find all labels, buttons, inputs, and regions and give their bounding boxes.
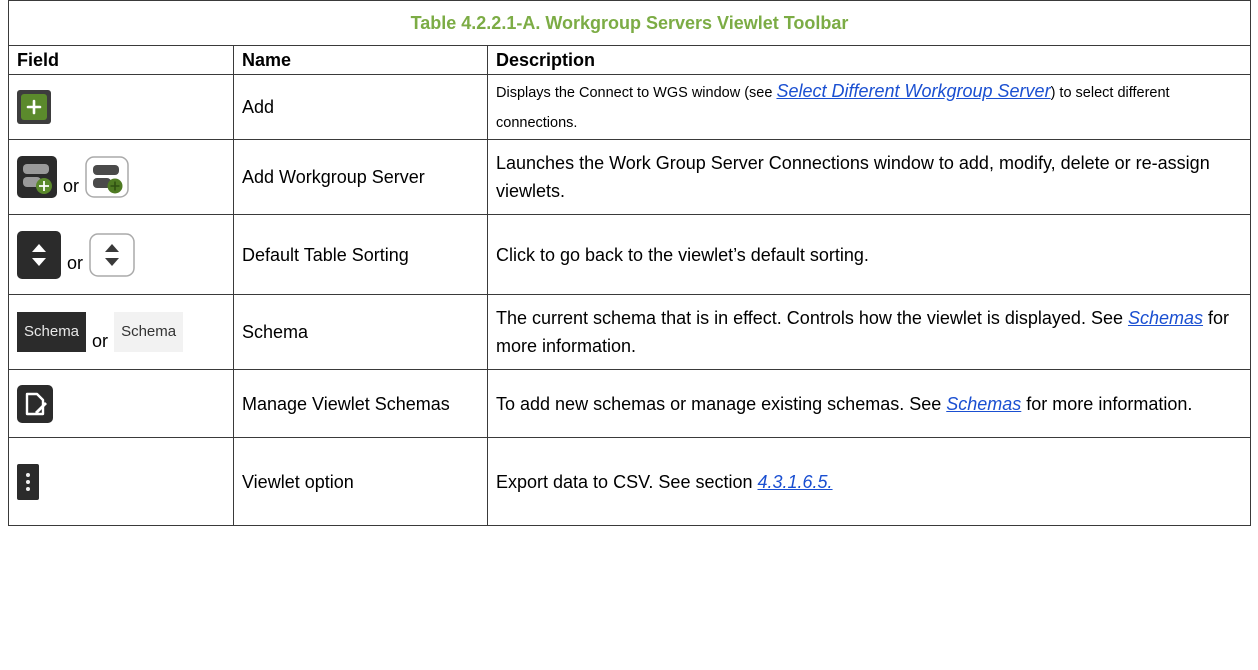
add-server-icon — [17, 156, 57, 198]
description-text: Export data to CSV. See section — [496, 471, 758, 492]
schema-light-chip: Schema — [114, 312, 184, 352]
sort-icon — [17, 230, 61, 279]
row-description: Launches the Work Group Server Connectio… — [486, 139, 1252, 215]
toolbar-reference-table: Table 4.2.2.1-A. Workgroup Servers Viewl… — [7, 0, 1252, 526]
row-name: Add Workgroup Server — [233, 139, 488, 215]
description-text: for more information. — [1021, 393, 1193, 414]
link-schemas[interactable]: Schemas — [1128, 308, 1203, 328]
header-name: Name — [233, 45, 488, 75]
add-server-icon — [85, 156, 129, 198]
row-description: Click to go back to the viewlet’s defaul… — [486, 214, 1252, 295]
more-vertical-icon — [17, 463, 39, 500]
plus-icon — [17, 90, 51, 124]
row-name: Viewlet option — [233, 437, 488, 526]
table-row: Viewlet option Export data to CSV. See s… — [8, 437, 1252, 526]
description-text: Displays the Connect to WGS window (see — [496, 85, 777, 101]
sort-icon — [89, 232, 135, 277]
description-text: To add new schemas or manage existing sc… — [496, 393, 947, 414]
table-row: Add Displays the Connect to WGS window (… — [8, 74, 1252, 140]
row-name: Default Table Sorting — [233, 214, 488, 295]
or-text: or — [92, 330, 109, 351]
field-cell — [8, 74, 234, 140]
table-row: or Default Table Sorting Click to go bac… — [8, 214, 1252, 295]
or-text: or — [63, 175, 80, 196]
or-text: or — [67, 253, 84, 274]
row-description: Export data to CSV. See section 4.3.1.6.… — [486, 437, 1252, 526]
header-field: Field — [8, 45, 234, 75]
field-cell: or — [8, 139, 234, 215]
field-cell — [8, 369, 234, 438]
table-row: Schema or Schema Schema The current sche… — [8, 294, 1252, 370]
table-row: Manage Viewlet Schemas To add new schema… — [8, 369, 1252, 438]
row-description: The current schema that is in effect. Co… — [486, 294, 1252, 370]
edit-document-icon — [17, 384, 53, 423]
link-select-different-workgroup-server[interactable]: Select Different Workgroup Server — [776, 81, 1050, 101]
schema-dark-chip: Schema — [17, 312, 87, 352]
row-name: Schema — [233, 294, 488, 370]
description-text: The current schema that is in effect. Co… — [496, 308, 1128, 328]
link-schemas[interactable]: Schemas — [946, 394, 1021, 414]
row-name: Add — [233, 74, 488, 140]
field-cell: or — [8, 214, 234, 295]
link-section-4-3-1-6-5[interactable]: 4.3.1.6.5. — [758, 472, 833, 492]
row-description: To add new schemas or manage existing sc… — [486, 369, 1252, 438]
table-title: Table 4.2.2.1-A. Workgroup Servers Viewl… — [7, 0, 1252, 46]
table-row: or Add Workgroup Server Launches the Wor… — [8, 139, 1252, 215]
header-row: Field Name Description — [8, 45, 1252, 75]
row-name: Manage Viewlet Schemas — [233, 369, 488, 438]
field-cell: Schema or Schema — [8, 294, 234, 370]
field-cell — [8, 437, 234, 526]
header-description: Description — [486, 45, 1252, 75]
row-description: Displays the Connect to WGS window (see … — [486, 74, 1252, 140]
